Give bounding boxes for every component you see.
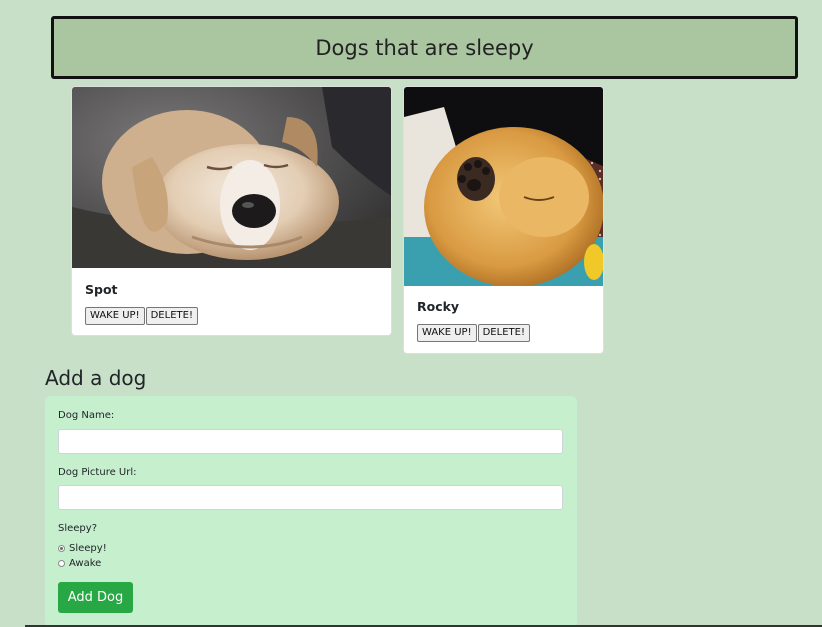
sleepy-option[interactable]: Sleepy! bbox=[58, 543, 107, 554]
delete-button[interactable]: DELETE! bbox=[145, 306, 198, 325]
dog-name-input[interactable] bbox=[58, 429, 563, 454]
dog-photo-spot bbox=[72, 87, 391, 268]
page-title: Dogs that are sleepy bbox=[315, 35, 534, 60]
awake-option[interactable]: Awake bbox=[58, 558, 101, 569]
dog-card-rocky: Rocky WAKE UP! DELETE! bbox=[403, 86, 604, 354]
dog-name-label: Dog Name: bbox=[58, 410, 115, 421]
radio-button[interactable] bbox=[58, 545, 65, 552]
wake-up-button[interactable]: WAKE UP! bbox=[85, 306, 145, 325]
wake-up-button[interactable]: WAKE UP! bbox=[417, 323, 477, 342]
dog-name: Spot bbox=[85, 282, 118, 297]
dog-card-spot: Spot WAKE UP! DELETE! bbox=[71, 86, 392, 336]
page-header: Dogs that are sleepy bbox=[51, 16, 798, 79]
dog-picture-url-input[interactable] bbox=[58, 485, 563, 510]
dog-name: Rocky bbox=[417, 299, 460, 314]
delete-button[interactable]: DELETE! bbox=[477, 323, 530, 342]
dog-photo-rocky bbox=[404, 87, 603, 286]
sleepy-label: Sleepy? bbox=[58, 523, 98, 534]
sleepy-option-label: Sleepy! bbox=[69, 543, 107, 554]
add-dog-heading: Add a dog bbox=[45, 366, 147, 390]
add-dog-button[interactable]: Add Dog bbox=[58, 582, 133, 613]
add-dog-form: Dog Name: Dog Picture Url: Sleepy? Sleep… bbox=[45, 396, 577, 627]
radio-button[interactable] bbox=[58, 560, 65, 567]
dog-picture-url-label: Dog Picture Url: bbox=[58, 467, 137, 478]
awake-option-label: Awake bbox=[69, 558, 102, 569]
